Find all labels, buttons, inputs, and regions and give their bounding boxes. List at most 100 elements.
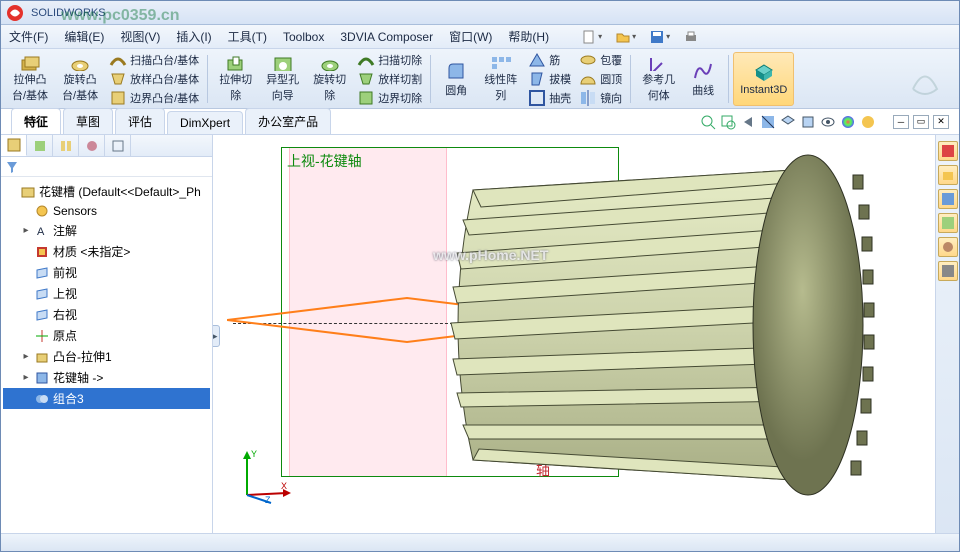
zoom-fit-icon[interactable] [699,113,717,131]
split-handle-icon[interactable]: ◂▸ [213,325,220,347]
tree-top-plane[interactable]: 上视 [3,283,210,304]
taskpane-custom-icon[interactable] [938,261,958,281]
view-orientation-icon[interactable] [779,113,797,131]
taskpane-resources-icon[interactable] [938,141,958,161]
taskpane-library-icon[interactable] [938,165,958,185]
section-view-icon[interactable] [759,113,777,131]
graphics-viewport[interactable]: ◂▸ 上视-花键轴 花键轴 [213,135,935,533]
zoom-area-icon[interactable] [719,113,737,131]
tree-origin[interactable]: 原点 [3,325,210,346]
display-style-icon[interactable] [799,113,817,131]
tree-material[interactable]: 材质 <未指定> [3,241,210,262]
tree-combine3[interactable]: 组合3 [3,388,210,409]
task-pane [935,135,959,533]
curves-button[interactable]: 曲线 [682,52,724,106]
status-bar [1,533,959,551]
manager-tabs [1,135,212,157]
loft-boss-icon [109,70,127,88]
menu-help[interactable]: 帮助(H) [500,28,557,45]
tab-dimxpert[interactable]: DimXpert [167,111,243,134]
tree-filter[interactable] [1,157,212,177]
qa-print-button[interactable] [679,27,703,47]
menu-insert[interactable]: 插入(I) [168,28,219,45]
menu-edit[interactable]: 编辑(E) [56,28,112,45]
tree-right-plane[interactable]: 右视 [3,304,210,325]
qa-new-button[interactable]: ▾ [577,27,607,47]
featuretree-tab-icon[interactable] [1,135,27,156]
draft-icon [528,70,546,88]
fillet-button[interactable]: 圆角 [435,52,477,106]
menu-tools[interactable]: 工具(T) [220,28,275,45]
hole-wizard-button[interactable]: 异型孔 向导 [259,52,306,106]
menu-toolbox[interactable]: Toolbox [275,30,332,44]
body: 花键槽 (Default<<Default>_Ph Sensors ▸A注解 材… [1,135,959,533]
shell-button[interactable]: 抽壳 [524,89,575,107]
revolve-boss-button[interactable]: 旋转凸 台/基体 [55,52,105,106]
mirror-button[interactable]: 镜向 [575,89,626,107]
linear-pattern-button[interactable]: 线性阵 列 [477,52,524,106]
appearance-icon[interactable] [839,113,857,131]
scene-icon[interactable] [859,113,877,131]
command-tabs: 特征 草图 评估 DimXpert 办公室产品 ─ ▭ ✕ [1,109,959,135]
tree-front-plane[interactable]: 前视 [3,262,210,283]
instant3d-button[interactable]: Instant3D [733,52,794,106]
dome-button[interactable]: 圆顶 [575,70,626,88]
dome-icon [579,70,597,88]
extrude-boss-icon [19,55,41,71]
wrap-button[interactable]: 包覆 [575,51,626,69]
doc-max-icon[interactable]: ▭ [913,115,929,129]
tab-office[interactable]: 办公室产品 [245,108,331,134]
svg-text:X: X [281,481,287,491]
tree-sensors[interactable]: Sensors [3,202,210,220]
qa-save-button[interactable]: ▾ [645,27,675,47]
plane-icon [35,266,49,280]
shell-icon [528,89,546,107]
ref-geom-button[interactable]: 参考几 何体 [635,52,682,106]
swept-cut-button[interactable]: 扫描切除 [353,51,426,69]
tree-spline-shaft[interactable]: ▸花键轴 -> [3,367,210,388]
swept-boss-button[interactable]: 扫描凸台/基体 [105,51,203,69]
swept-boss-icon [109,51,127,69]
hide-show-icon[interactable] [819,113,837,131]
menu-view[interactable]: 视图(V) [112,28,168,45]
curves-icon [692,60,714,82]
doc-min-icon[interactable]: ─ [893,115,909,129]
loft-cut-button[interactable]: 放样切割 [353,70,426,88]
menubar: 文件(F) 编辑(E) 视图(V) 插入(I) 工具(T) Toolbox 3D… [1,25,959,49]
revolve-cut-button[interactable]: 旋转切 除 [306,52,353,106]
property-tab-icon[interactable] [27,135,53,156]
svg-text:Z: Z [265,495,271,505]
boundary-boss-button[interactable]: 边界凸台/基体 [105,89,203,107]
qa-open-button[interactable]: ▾ [611,27,641,47]
extrude-boss-button[interactable]: 拉伸凸 台/基体 [5,52,55,106]
boundary-cut-button[interactable]: 边界切除 [353,89,426,107]
prev-view-icon[interactable] [739,113,757,131]
rib-button[interactable]: 筋 [524,51,575,69]
tree-root[interactable]: 花键槽 (Default<<Default>_Ph [3,181,210,202]
taskpane-appearance-icon[interactable] [938,237,958,257]
hole-wizard-icon [272,55,294,71]
wrap-icon [579,51,597,69]
menu-composer[interactable]: 3DVIA Composer [332,30,441,44]
config-tab-icon[interactable] [53,135,79,156]
draft-button[interactable]: 拔模 [524,70,575,88]
tab-sketch[interactable]: 草图 [63,108,113,134]
tree-boss-extrude1[interactable]: ▸凸台-拉伸1 [3,346,210,367]
doc-close-icon[interactable]: ✕ [933,115,949,129]
tree-annotations[interactable]: ▸A注解 [3,220,210,241]
taskpane-explorer-icon[interactable] [938,189,958,209]
svg-text:Y: Y [251,449,257,459]
titlebar: SOLIDWORKS www.pc0359.cn [1,1,959,25]
extrude-cut-button[interactable]: 拉伸切 除 [212,52,259,106]
dimxpert-tab-icon[interactable] [79,135,105,156]
menu-file[interactable]: 文件(F) [1,28,56,45]
revolve-boss-icon [69,55,91,71]
top-plane-label: 上视-花键轴 [287,151,362,171]
tab-evaluate[interactable]: 评估 [115,108,165,134]
menu-window[interactable]: 窗口(W) [441,28,500,45]
taskpane-palette-icon[interactable] [938,213,958,233]
loft-boss-button[interactable]: 放样凸台/基体 [105,70,203,88]
display-tab-icon[interactable] [105,135,131,156]
tab-features[interactable]: 特征 [11,108,61,134]
extrude-cut-icon [225,55,247,71]
